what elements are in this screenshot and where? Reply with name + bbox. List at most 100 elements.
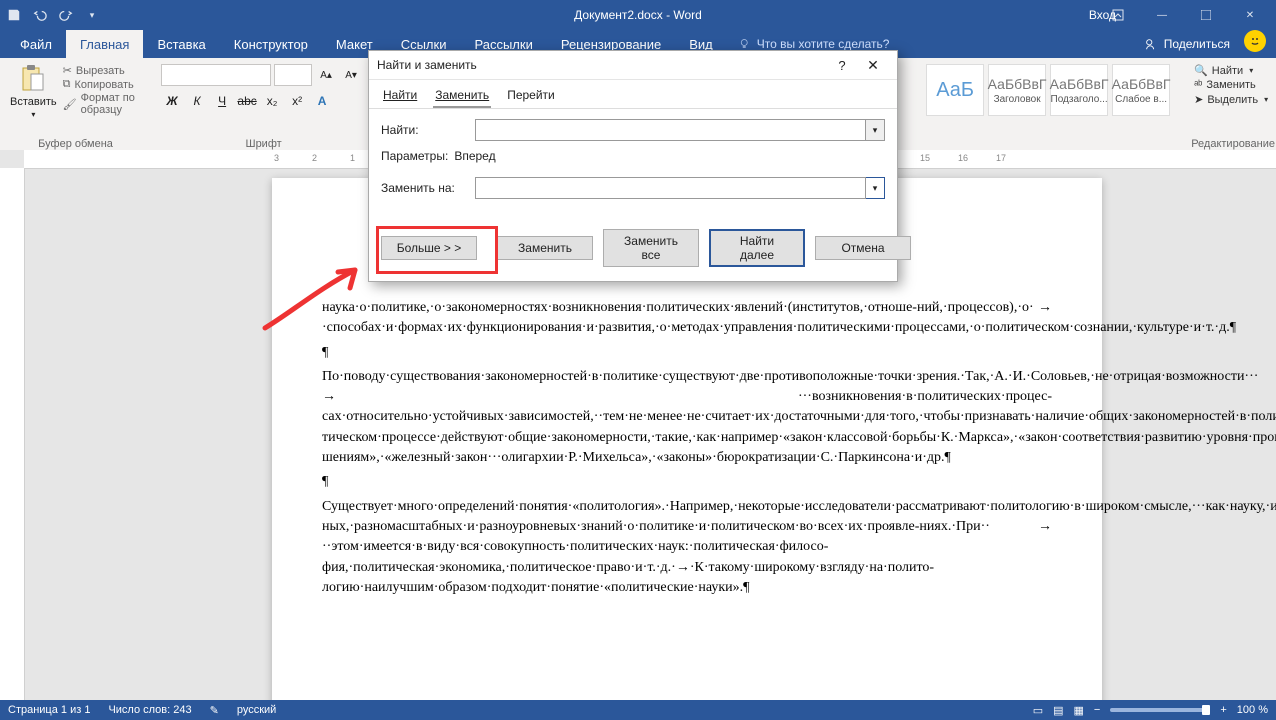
paste-icon	[20, 64, 46, 94]
style-heading-label: Заголовок	[994, 94, 1041, 105]
dialog-tab-replace[interactable]: Заменить	[433, 84, 491, 108]
cancel-button[interactable]: Отмена	[815, 236, 911, 260]
cursor-icon: ➤	[1194, 93, 1203, 106]
style-weak[interactable]: АаБбВвГСлабое в...	[1112, 64, 1170, 116]
dialog-close-icon[interactable]: ✕	[857, 57, 889, 74]
subscript-button[interactable]: x₂	[261, 90, 283, 112]
font-size-combo[interactable]	[274, 64, 312, 86]
view-read-icon[interactable]: ▭	[1033, 704, 1043, 717]
paste-button[interactable]: Вставить ▾	[10, 64, 57, 119]
copy-label: Копировать	[75, 79, 134, 91]
zoom-out-icon[interactable]: −	[1094, 704, 1100, 716]
more-button[interactable]: Больше > >	[381, 236, 477, 260]
text-effects-icon[interactable]: A	[311, 90, 333, 112]
italic-button[interactable]: К	[186, 90, 208, 112]
select-label: Выделить	[1207, 94, 1258, 106]
cut-button[interactable]: ✂Вырезать	[63, 64, 137, 77]
vertical-ruler[interactable]	[0, 168, 25, 700]
qat-dropdown-icon[interactable]: ▾	[82, 5, 102, 25]
zoom-level[interactable]: 100 %	[1237, 704, 1268, 716]
search-icon: 🔍	[1194, 64, 1208, 77]
style-aabb[interactable]: АаБ	[926, 64, 984, 116]
find-label: Найти:	[381, 123, 467, 137]
group-font: A▴ A▾ Ж К Ч abc x₂ x² A Шрифт	[157, 62, 370, 154]
dialog-help-icon[interactable]: ?	[827, 58, 857, 73]
undo-icon[interactable]	[30, 5, 50, 25]
ruler-tick: 3	[274, 153, 279, 163]
minimize-icon[interactable]: —	[1142, 3, 1182, 27]
body-paragraph: По·поводу·существования·закономерностей·…	[322, 367, 1052, 468]
select-button[interactable]: ➤Выделить▾	[1194, 93, 1268, 106]
tab-home[interactable]: Главная	[66, 30, 143, 58]
tab-file[interactable]: Файл	[6, 30, 66, 58]
document-title: Документ2.docx - Word	[574, 8, 702, 22]
pilcrow: ¶	[322, 472, 1052, 492]
dialog-tab-goto[interactable]: Перейти	[505, 84, 557, 108]
replace-button[interactable]: ᵃᵇЗаменить	[1194, 79, 1268, 91]
group-editing: 🔍Найти▾ ᵃᵇЗаменить ➤Выделить▾ Редактиров…	[1190, 62, 1276, 154]
view-web-icon[interactable]: ▦	[1074, 704, 1084, 717]
body-paragraph: наука·о·политике,·о·закономерностях·возн…	[322, 298, 1052, 339]
font-name-combo[interactable]	[161, 64, 271, 86]
params-value: Вперед	[454, 149, 495, 163]
save-icon[interactable]	[4, 5, 24, 25]
share-label: Поделиться	[1164, 37, 1230, 51]
dialog-titlebar[interactable]: Найти и заменить ? ✕	[369, 51, 897, 80]
scissors-icon: ✂	[63, 64, 72, 77]
ribbon-options-icon[interactable]	[1098, 3, 1138, 27]
ruler-tick: 16	[958, 153, 968, 163]
group-styles: АаБ АаБбВвГЗаголовок АаБбВвГПодзаголо...…	[922, 62, 1178, 154]
feedback-smiley-icon[interactable]	[1244, 30, 1266, 52]
find-dropdown-icon[interactable]: ▾	[866, 119, 885, 141]
view-print-icon[interactable]: ▤	[1053, 704, 1063, 717]
close-icon[interactable]: ✕	[1230, 3, 1270, 27]
maximize-icon[interactable]	[1186, 3, 1226, 27]
tab-insert[interactable]: Вставка	[143, 30, 219, 58]
dialog-title: Найти и заменить	[377, 58, 827, 72]
replace-label: Заменить	[1206, 79, 1255, 91]
zoom-slider[interactable]	[1110, 708, 1210, 712]
copy-icon: ⧉	[63, 78, 71, 91]
replace-one-button[interactable]: Заменить	[497, 236, 593, 260]
superscript-button[interactable]: x²	[286, 90, 308, 112]
find-replace-dialog: Найти и заменить ? ✕ Найти Заменить Пере…	[368, 50, 898, 282]
find-input[interactable]	[475, 119, 866, 141]
body-paragraph: Существует·много·определений·понятия·«по…	[322, 497, 1052, 598]
share-icon	[1144, 37, 1158, 51]
format-painter-label: Формат по образцу	[81, 92, 137, 116]
ruler-tick: 2	[312, 153, 317, 163]
bulb-icon	[739, 38, 751, 50]
tab-design[interactable]: Конструктор	[220, 30, 322, 58]
group-clipboard: Вставить ▾ ✂Вырезать ⧉ Копировать 🖌 Формат…	[6, 62, 145, 154]
format-painter-button[interactable]: 🖌 Формат по образцу	[63, 92, 137, 116]
replace-with-label: Заменить на:	[381, 181, 467, 195]
style-subheading[interactable]: АаБбВвГПодзаголо...	[1050, 64, 1108, 116]
status-language[interactable]: русский	[237, 704, 276, 716]
redo-icon[interactable]	[56, 5, 76, 25]
status-bar: Страница 1 из 1 Число слов: 243 ✎ русски…	[0, 700, 1276, 720]
shrink-font-icon[interactable]: A▾	[340, 64, 362, 86]
replace-dropdown-icon[interactable]: ▾	[866, 177, 885, 199]
strike-button[interactable]: abc	[236, 90, 258, 112]
zoom-in-icon[interactable]: +	[1220, 704, 1226, 716]
dialog-tab-find[interactable]: Найти	[381, 84, 419, 108]
status-spellcheck-icon[interactable]: ✎	[210, 704, 219, 717]
bold-button[interactable]: Ж	[161, 90, 183, 112]
style-heading[interactable]: АаБбВвГЗаголовок	[988, 64, 1046, 116]
status-page[interactable]: Страница 1 из 1	[8, 704, 90, 716]
share-button[interactable]: Поделиться	[1134, 30, 1240, 58]
status-word-count[interactable]: Число слов: 243	[108, 704, 191, 716]
title-bar: ▾ Документ2.docx - Word Вход — ✕	[0, 0, 1276, 30]
paste-label: Вставить	[10, 96, 57, 108]
find-next-button[interactable]: Найти далее	[709, 229, 805, 267]
grow-font-icon[interactable]: A▴	[315, 64, 337, 86]
replace-all-button[interactable]: Заменить все	[603, 229, 699, 267]
copy-button[interactable]: ⧉ Копировать	[63, 78, 137, 91]
replace-input[interactable]	[475, 177, 866, 199]
underline-button[interactable]: Ч	[211, 90, 233, 112]
params-label: Параметры:	[381, 149, 448, 163]
brush-icon: 🖌	[63, 98, 77, 111]
find-button[interactable]: 🔍Найти▾	[1194, 64, 1268, 77]
pilcrow: ¶	[322, 343, 1052, 363]
find-label: Найти	[1212, 65, 1243, 77]
